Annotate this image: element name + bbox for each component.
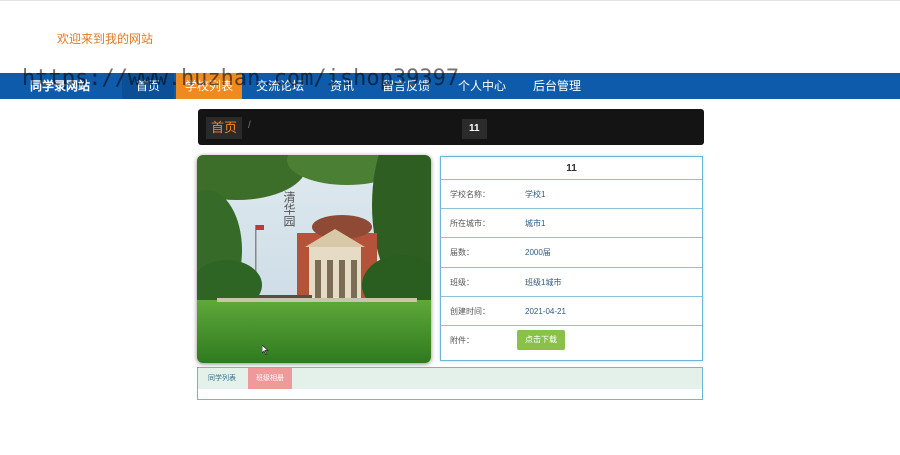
welcome-text: 欢迎来到我的网站 [57,32,154,46]
school-photo-icon: 清华园 [197,155,431,363]
school-detail-panel: 11 学校名称： 学校1 所在城市： 城市1 届数： 2000届 班级： 班级1… [440,156,703,361]
tabs-strip: 同学列表 班级相册 [198,368,702,389]
tab-classmate-list[interactable]: 同学列表 [200,368,244,389]
calligraphy-text: 清华园 [282,191,296,228]
detail-value: 学校1 [525,190,546,199]
detail-label: 学校名称： [450,190,490,199]
detail-label: 附件： [450,335,474,345]
detail-row-city: 所在城市： 城市1 [441,209,702,239]
nav-admin[interactable]: 后台管理 [533,73,581,99]
tab-class-album[interactable]: 班级相册 [248,368,292,389]
detail-value: 2021-04-21 [525,306,566,316]
breadcrumb-separator: / [248,120,251,131]
download-button[interactable]: 点击下载 [517,329,565,350]
nav-news[interactable]: 资讯 [330,73,354,99]
site-brand[interactable]: 同学录网站 [30,73,90,99]
nav-school-list[interactable]: 学校列表 [176,73,242,99]
detail-row-class: 班级： 班级1城市 [441,268,702,297]
detail-value: 2000届 [525,248,551,258]
detail-value: 城市1 [525,219,546,229]
breadcrumb-home[interactable]: 首页 [206,117,243,139]
breadcrumb: 首页 / 11 [198,109,704,145]
nav-home[interactable]: 首页 [122,73,174,99]
breadcrumb-current: 11 [462,119,487,139]
detail-title: 11 [441,157,702,180]
nav-user-center[interactable]: 个人中心 [458,73,506,99]
detail-row-created: 创建时间： 2021-04-21 [441,297,702,326]
nav-feedback[interactable]: 留言反馈 [382,73,430,99]
detail-value: 班级1城市 [525,277,562,287]
detail-label: 创建时间： [450,306,490,316]
detail-row-attachment: 附件： 点击下载 [441,326,702,355]
detail-row-session: 届数： 2000届 [441,238,702,268]
mouse-cursor-icon [262,345,269,355]
detail-label: 届数： [450,248,474,258]
detail-row-school-name: 学校名称： 学校1 [441,180,702,210]
detail-label: 所在城市： [450,219,490,229]
detail-tabs: 同学列表 班级相册 [197,367,703,400]
detail-label: 班级： [450,277,474,287]
main-navbar: 同学录网站 首页 学校列表 交流论坛 资讯 留言反馈 个人中心 后台管理 [0,73,900,99]
nav-forum[interactable]: 交流论坛 [256,73,304,99]
top-divider [0,0,900,1]
